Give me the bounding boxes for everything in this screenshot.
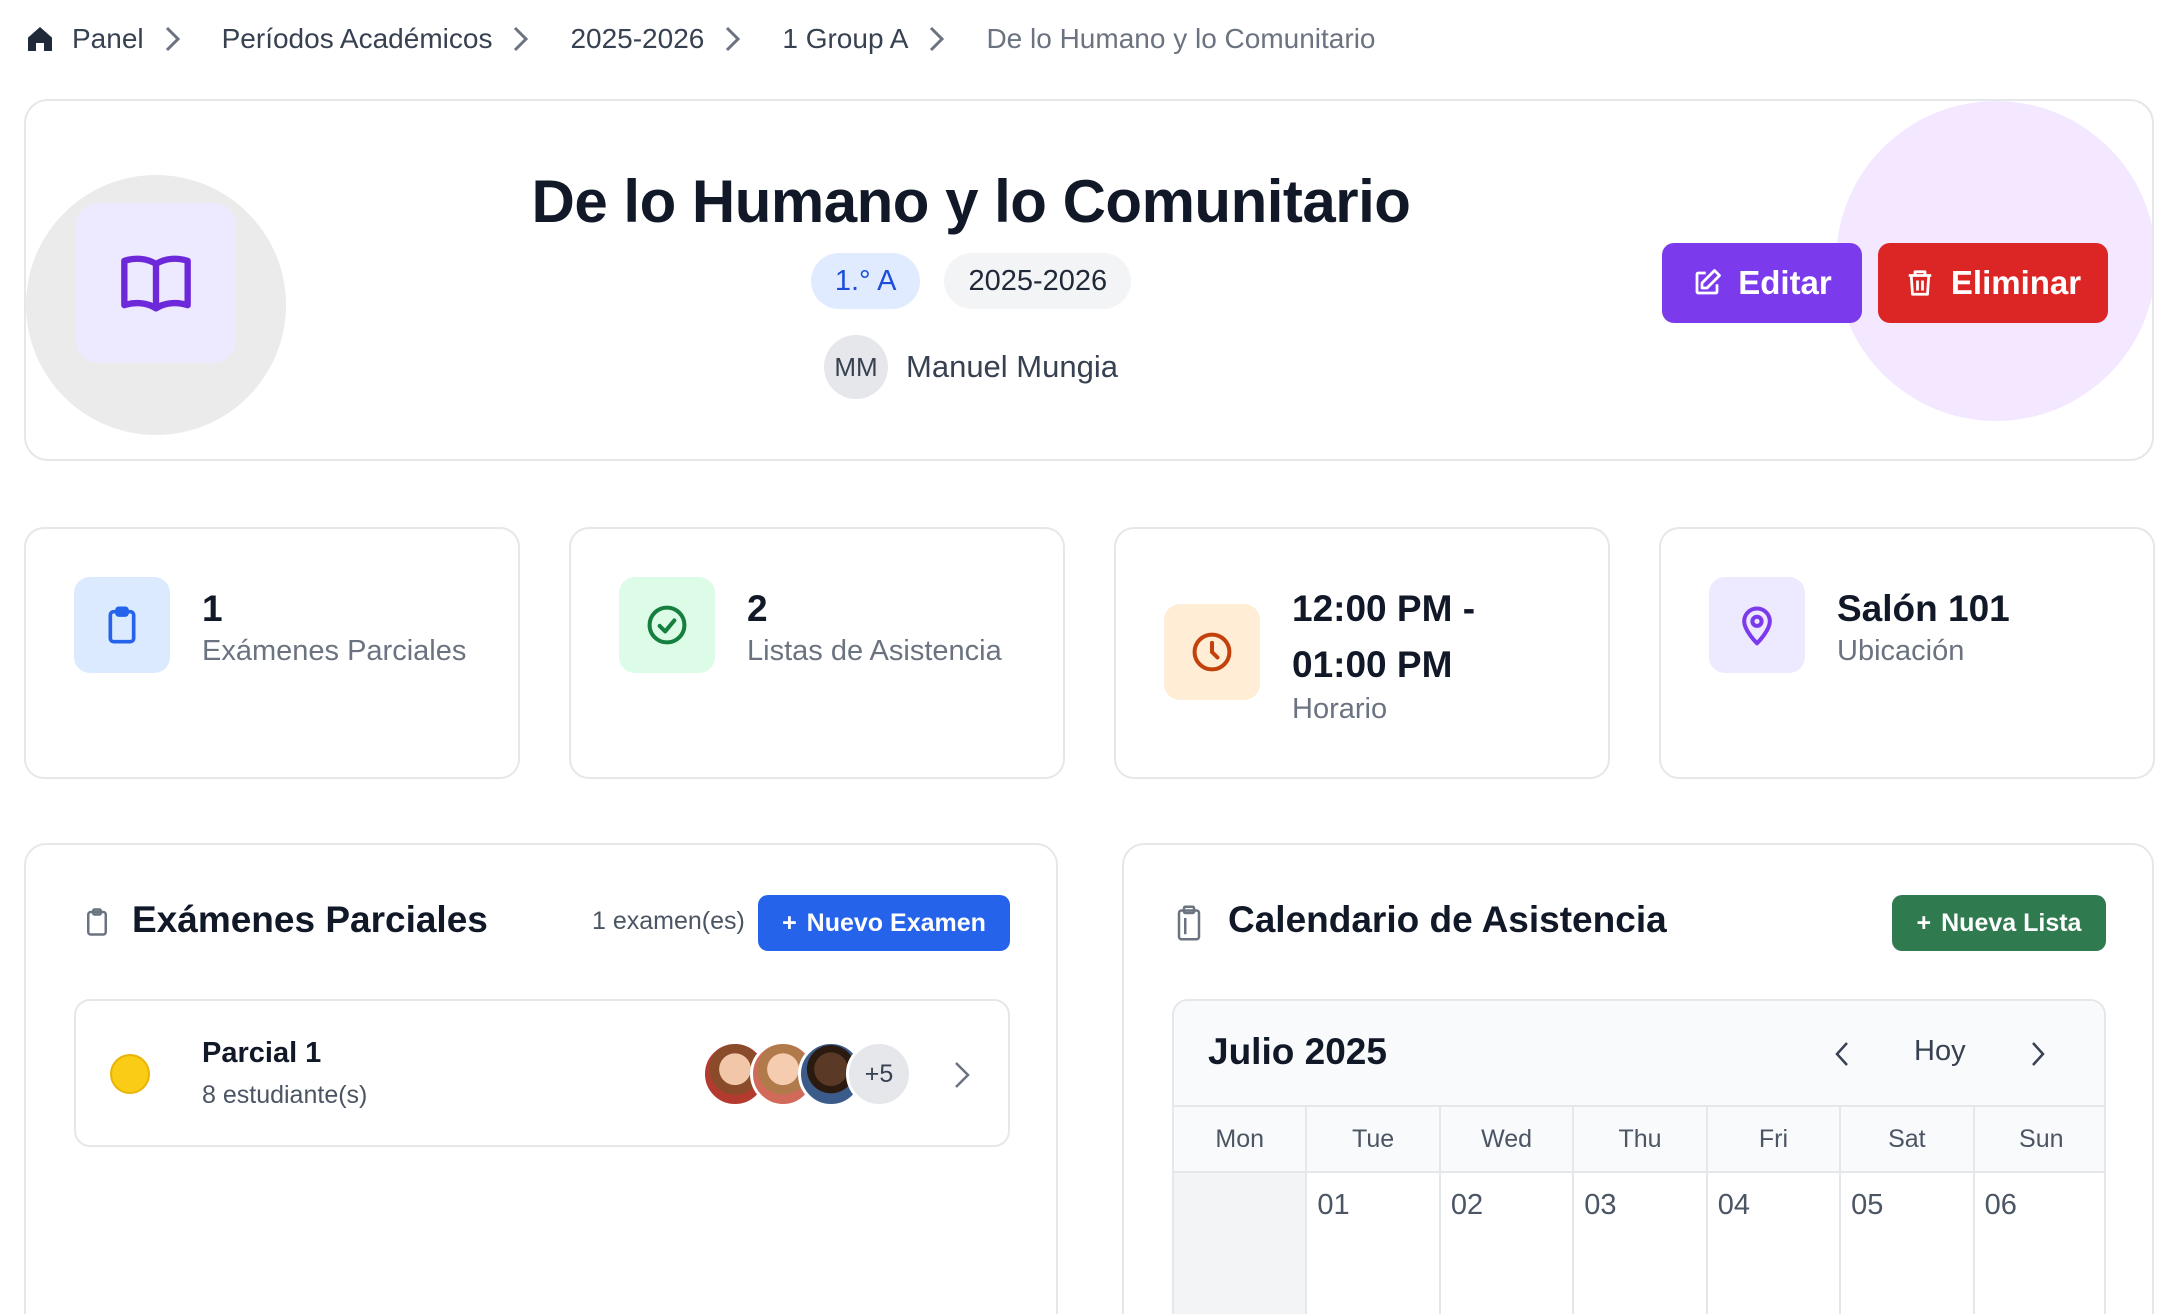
stat-card-exams: 1 Exámenes Parciales <box>24 527 520 779</box>
stat-card-attendance-lists: 2 Listas de Asistencia <box>569 527 1065 779</box>
course-header-card: De lo Humano y lo Comunitario 1.° A 2025… <box>24 99 2154 461</box>
stat-label: Horario <box>1292 693 1388 725</box>
period-badge: 2025-2026 <box>944 253 1132 309</box>
breadcrumb-current: De lo Humano y lo Comunitario <box>986 23 1376 54</box>
breadcrumb-label: 2025-2026 <box>570 23 705 54</box>
clipboard-icon <box>87 908 107 936</box>
course-tags: 1.° A 2025-2026 <box>426 253 1516 309</box>
stat-value: Salón 101 <box>1837 588 2010 629</box>
calendar-day[interactable]: 01 <box>1307 1173 1441 1314</box>
calendar-day[interactable]: 05 <box>1841 1173 1975 1314</box>
chevron-right-icon <box>930 26 945 52</box>
delete-button[interactable]: Eliminar <box>1878 243 2108 323</box>
chevron-right-icon[interactable] <box>2028 1039 2048 1069</box>
stat-label: Listas de Asistencia <box>747 635 1002 667</box>
teacher-info: MM Manuel Mungia <box>426 335 1516 399</box>
calendar-day[interactable]: 06 <box>1975 1173 2104 1314</box>
calendar-day-empty <box>1174 1173 1308 1314</box>
delete-button-label: Eliminar <box>1950 264 2082 301</box>
new-exam-button[interactable]: + Nuevo Examen <box>758 895 1010 951</box>
plus-icon: + <box>1916 908 1932 937</box>
exams-panel: Exámenes Parciales 1 examen(es) + Nuevo … <box>24 843 1058 1314</box>
stat-value: 2 <box>747 588 768 629</box>
breadcrumb-item-periods[interactable]: Períodos Académicos <box>222 23 493 55</box>
breadcrumb-item-group[interactable]: 1 Group A <box>782 23 908 55</box>
new-list-label: Nueva Lista <box>1941 908 2082 937</box>
weekday-header: Wed <box>1440 1107 1575 1173</box>
exams-panel-title: Exámenes Parciales <box>132 899 488 940</box>
exam-list-item[interactable]: Parcial 1 8 estudiante(s) +5 <box>74 999 1010 1147</box>
chevron-right-icon <box>514 26 529 52</box>
breadcrumb-label: 1 Group A <box>782 23 909 54</box>
stat-icon-tile <box>74 577 170 673</box>
edit-button-label: Editar <box>1738 264 1832 301</box>
stat-icon-tile <box>1709 577 1805 673</box>
schedule-end: 01:00 PM <box>1292 644 1453 685</box>
exam-name: Parcial 1 <box>202 1037 322 1069</box>
stat-label: Exámenes Parciales <box>202 635 467 667</box>
calendar-grid: Mon Tue Wed Thu Fri Sat Sun 01 02 03 04 … <box>1174 1107 2104 1314</box>
weekday-header: Fri <box>1707 1107 1842 1173</box>
weekday-header: Sun <box>1974 1107 2104 1173</box>
calendar-day[interactable]: 04 <box>1708 1173 1842 1314</box>
trash-icon <box>1908 270 1932 296</box>
plus-icon: + <box>782 908 797 937</box>
weekday-header: Thu <box>1574 1107 1708 1173</box>
weekday-header: Sat <box>1841 1107 1975 1173</box>
exam-student-count: 8 estudiante(s) <box>202 1081 368 1109</box>
avatar: MM <box>824 335 889 399</box>
today-button[interactable]: Hoy <box>1914 1035 1966 1068</box>
chevron-right-icon <box>165 26 180 52</box>
book-open-icon <box>121 255 191 312</box>
course-title: De lo Humano y lo Comunitario <box>531 168 1411 235</box>
clock-icon <box>1192 632 1232 672</box>
breadcrumb-label: Panel <box>72 23 144 54</box>
chevron-left-icon[interactable] <box>1832 1039 1852 1069</box>
calendar-month-title: Julio 2025 <box>1208 1031 1387 1072</box>
attendance-panel-title: Calendario de Asistencia <box>1228 899 1667 940</box>
weekday-header: Mon <box>1174 1107 1308 1173</box>
stat-card-schedule: 12:00 PM - 01:00 PM Horario <box>1114 527 1610 779</box>
check-circle-icon <box>647 605 687 645</box>
chevron-right-icon <box>955 1062 970 1088</box>
new-list-button[interactable]: + Nueva Lista <box>1892 895 2106 951</box>
home-icon <box>28 27 52 51</box>
more-students-badge: +5 <box>846 1041 912 1107</box>
course-detail-page: Panel Períodos Académicos 2025-2026 1 Gr… <box>0 0 2172 1314</box>
teacher-name: Manuel Mungia <box>906 349 1118 384</box>
class-badge: 1.° A <box>810 253 921 309</box>
stat-label: Ubicación <box>1837 635 1965 667</box>
exam-count: 1 examen(es) <box>592 907 745 935</box>
edit-button[interactable]: Editar <box>1662 243 1862 323</box>
weekday-header: Tue <box>1307 1107 1441 1173</box>
calendar-day[interactable]: 03 <box>1574 1173 1708 1314</box>
clipboard-icon <box>108 606 136 644</box>
clipboard-list-icon <box>1177 905 1201 941</box>
attendance-calendar: Julio 2025 Hoy Mon Tue Wed Thu Fri Sat S… <box>1172 999 2106 1314</box>
stat-value: 1 <box>202 588 223 629</box>
breadcrumb-item-year[interactable]: 2025-2026 <box>570 23 704 55</box>
stat-icon-tile <box>619 577 715 673</box>
course-icon-tile <box>76 203 236 363</box>
new-exam-label: Nuevo Examen <box>806 908 986 937</box>
schedule-start: 12:00 PM - <box>1292 588 1476 629</box>
edit-icon <box>1695 269 1722 295</box>
breadcrumb-label: Períodos Académicos <box>221 23 493 54</box>
chevron-right-icon <box>726 26 741 52</box>
exam-status-dot <box>110 1054 150 1094</box>
breadcrumb: Panel Períodos Académicos 2025-2026 1 Gr… <box>24 18 1376 60</box>
attendance-panel: Calendario de Asistencia + Nueva Lista J… <box>1122 843 2154 1314</box>
stat-value: 12:00 PM - 01:00 PM <box>1292 581 1475 693</box>
breadcrumb-item-panel[interactable]: Panel <box>24 23 144 55</box>
calendar-header: Julio 2025 Hoy <box>1174 1001 2104 1107</box>
calendar-day[interactable]: 02 <box>1441 1173 1575 1314</box>
stat-card-location: Salón 101 Ubicación <box>1659 527 2155 779</box>
stat-icon-tile <box>1164 604 1260 700</box>
map-pin-icon <box>1742 606 1772 646</box>
